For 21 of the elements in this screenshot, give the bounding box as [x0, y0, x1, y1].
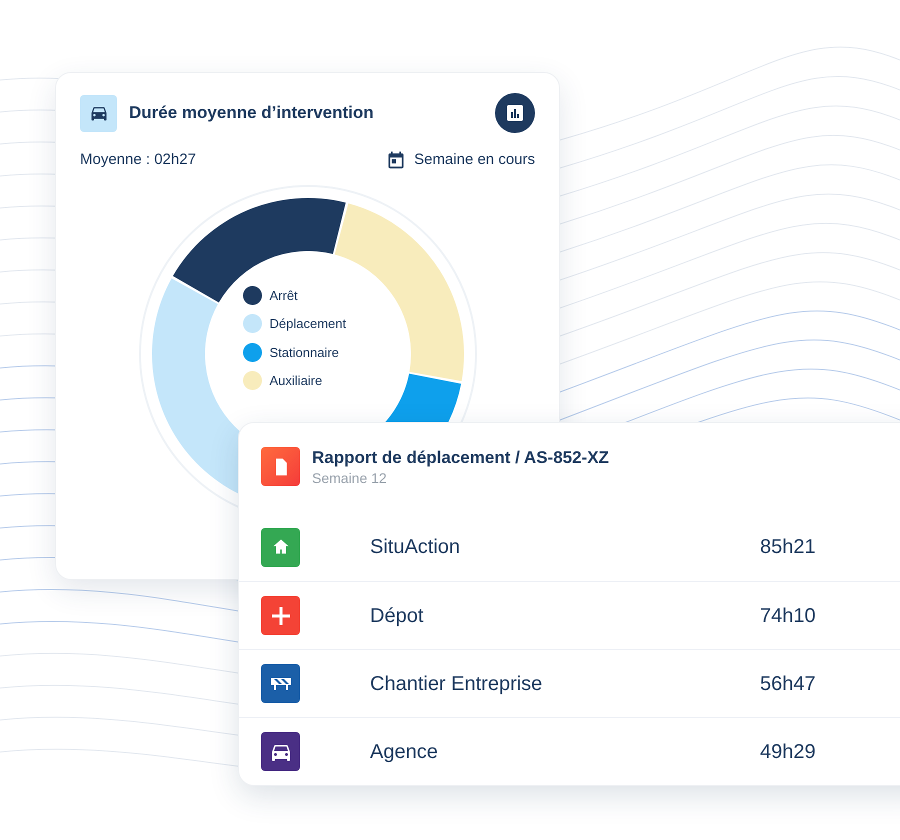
legend-label: Arrêt: [270, 286, 298, 304]
calendar-icon: [386, 150, 406, 170]
place-name: Dépot: [370, 604, 424, 629]
bar-chart-icon: [505, 103, 525, 123]
legend-label: Auxiliaire: [270, 372, 322, 390]
legend-label: Déplacement: [270, 315, 346, 333]
duration-value: 49h29: [760, 740, 816, 765]
report-title: Rapport de déplacement / AS-852-XZ: [312, 447, 609, 468]
place-name: Chantier Entreprise: [370, 672, 544, 697]
duration-value: 85h21: [760, 535, 816, 560]
place-name: SituAction: [370, 535, 462, 560]
average-text: Moyenne : 02h27: [80, 150, 196, 170]
report-subtitle: Semaine 12: [312, 469, 388, 488]
duration-value: 56h47: [760, 672, 816, 697]
period-text: Semaine en cours: [414, 150, 535, 170]
road-barrier-icon: [268, 676, 292, 692]
duration-value: 74h10: [760, 604, 816, 629]
legend-label: Stationnaire: [270, 344, 339, 362]
place-name: Agence: [370, 740, 439, 765]
card-title: Durée moyenne d’intervention: [129, 102, 374, 124]
chart-button[interactable]: [495, 93, 535, 133]
